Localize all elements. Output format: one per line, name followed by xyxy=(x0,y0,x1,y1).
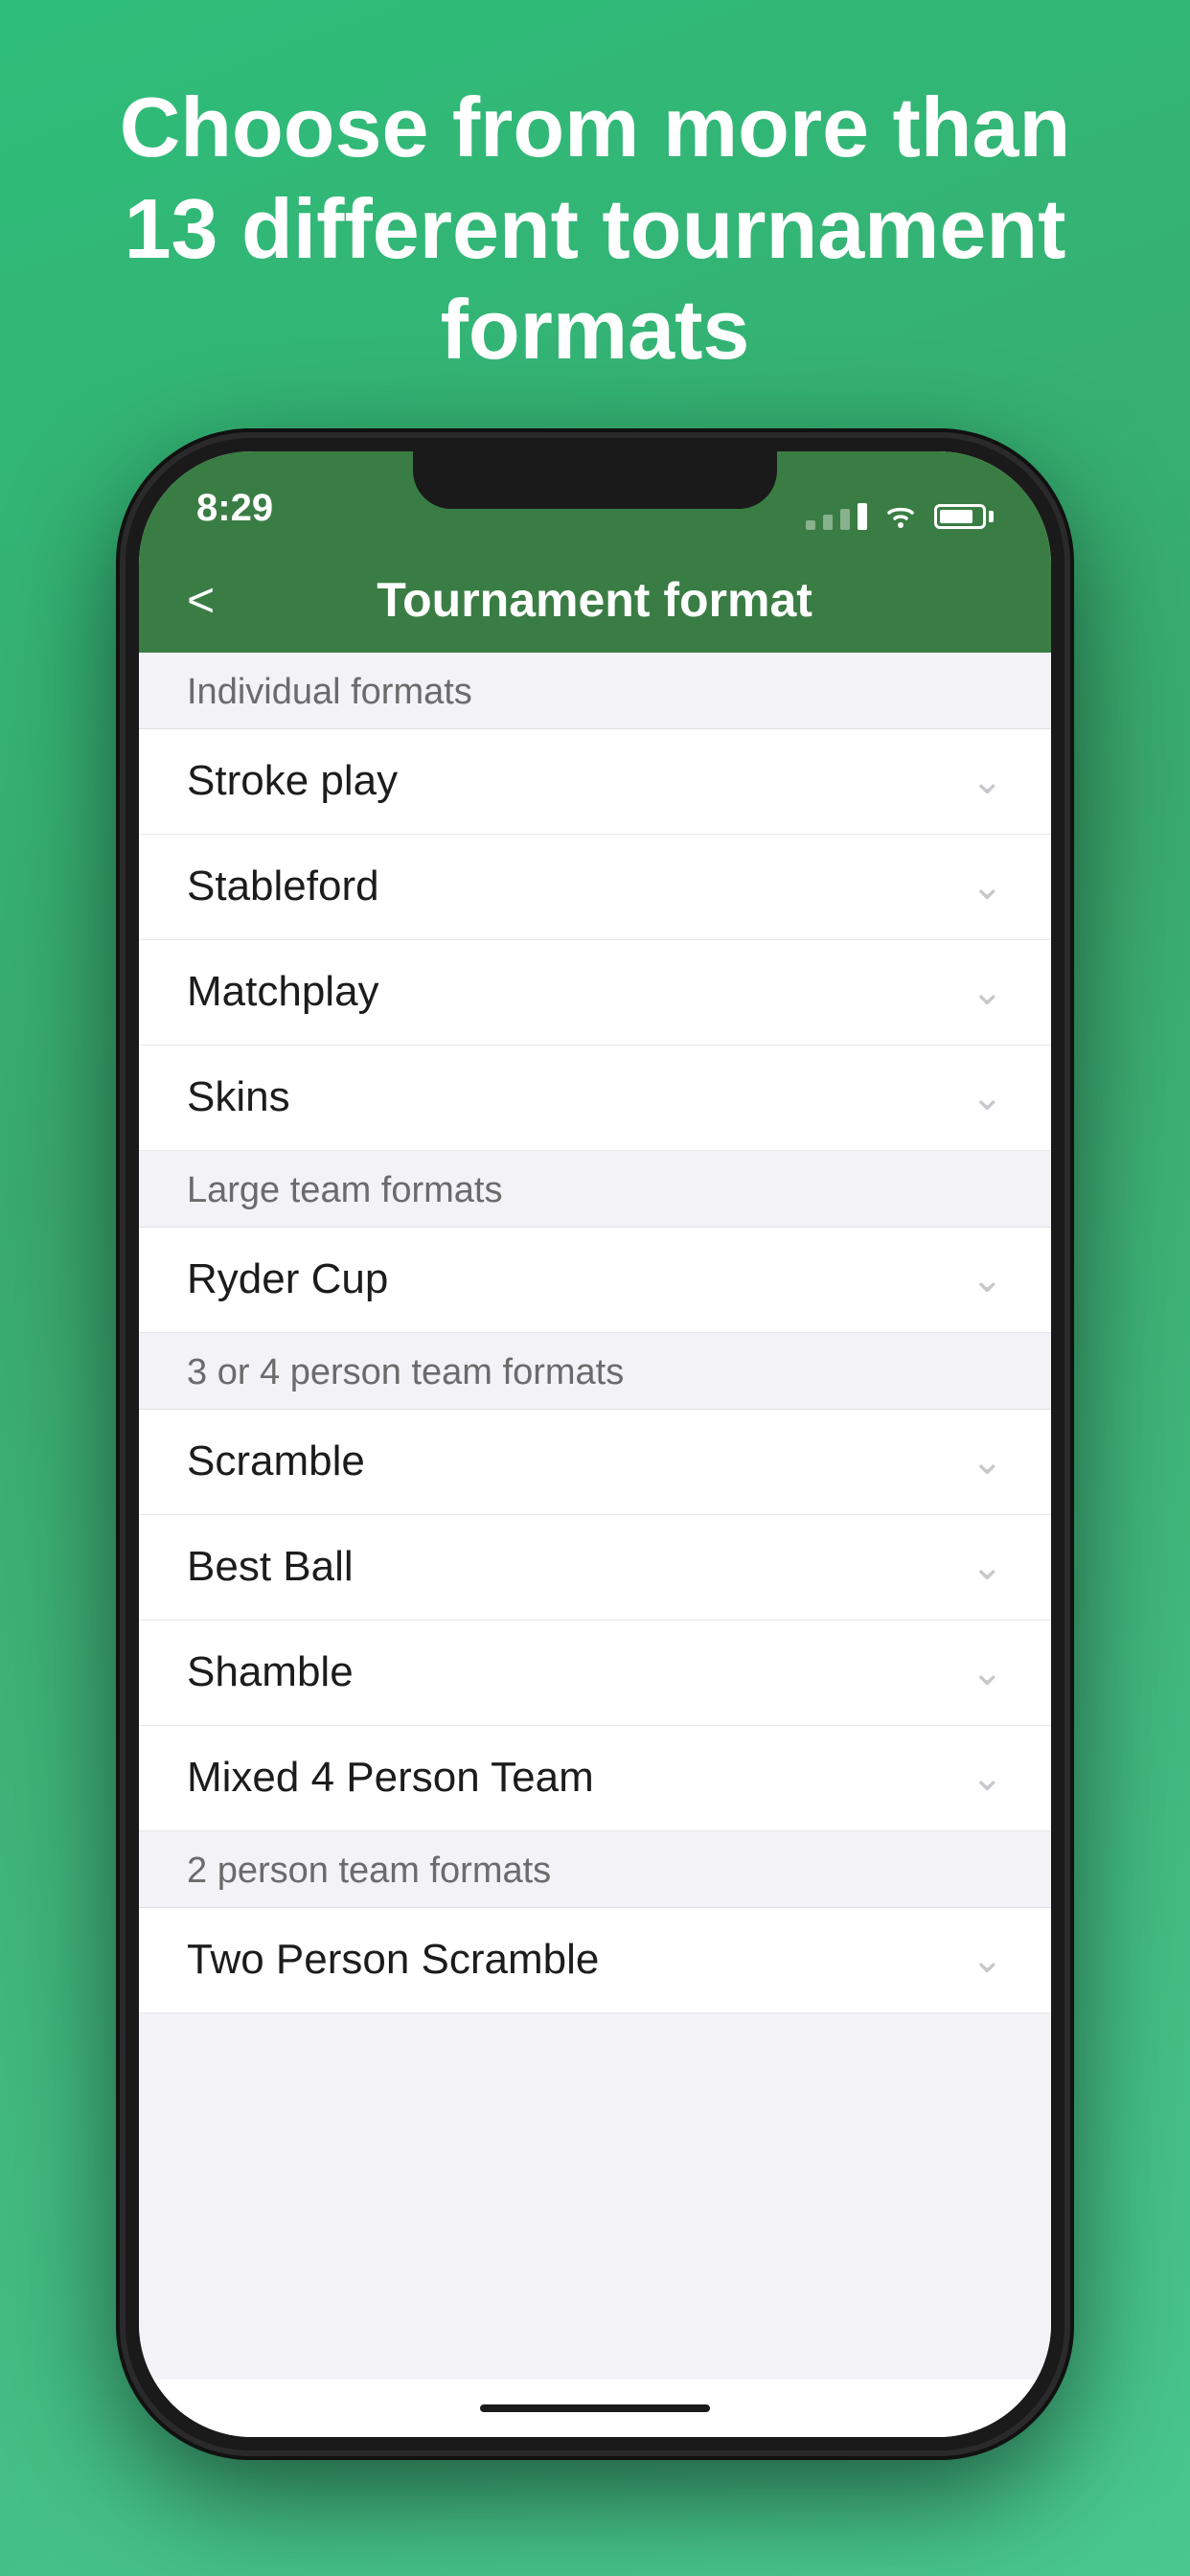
nav-title: Tournament format xyxy=(234,572,955,628)
nav-bar: < Tournament format xyxy=(139,547,1051,653)
status-bar: 8:29 xyxy=(139,451,1051,547)
battery-icon xyxy=(934,504,994,529)
back-button[interactable]: < xyxy=(187,572,215,628)
list-item-two-person-scramble-label: Two Person Scramble xyxy=(187,1936,599,1984)
phone-shell: 8:29 xyxy=(126,438,1064,2450)
section-individual-label: Individual formats xyxy=(187,672,472,712)
list-item-ryder-cup-label: Ryder Cup xyxy=(187,1255,388,1303)
chevron-shamble-icon: ⌄ xyxy=(971,1650,1003,1694)
wifi-icon xyxy=(882,503,919,530)
list-item-two-person-scramble[interactable]: Two Person Scramble ⌄ xyxy=(139,1908,1051,2013)
list-item-stableford[interactable]: Stableford ⌄ xyxy=(139,835,1051,940)
list-item-stableford-label: Stableford xyxy=(187,862,379,910)
list-item-shamble-label: Shamble xyxy=(187,1648,354,1696)
list-item-matchplay-label: Matchplay xyxy=(187,968,379,1016)
list-item-stroke-play-label: Stroke play xyxy=(187,757,398,805)
chevron-skins-icon: ⌄ xyxy=(971,1075,1003,1119)
content-area[interactable]: Individual formats Stroke play ⌄ Stablef… xyxy=(139,653,1051,2380)
phone-screen: 8:29 xyxy=(139,451,1051,2437)
home-bar xyxy=(480,2404,710,2412)
home-indicator xyxy=(139,2380,1051,2437)
chevron-best-ball-icon: ⌄ xyxy=(971,1545,1003,1589)
chevron-ryder-cup-icon: ⌄ xyxy=(971,1257,1003,1301)
section-2person-team: 2 person team formats xyxy=(139,1831,1051,1908)
list-item-stroke-play[interactable]: Stroke play ⌄ xyxy=(139,729,1051,835)
status-icons xyxy=(806,503,994,530)
section-large-team-label: Large team formats xyxy=(187,1170,502,1210)
section-3or4-team-label: 3 or 4 person team formats xyxy=(187,1352,624,1392)
chevron-two-person-scramble-icon: ⌄ xyxy=(971,1938,1003,1982)
chevron-stroke-play-icon: ⌄ xyxy=(971,759,1003,803)
chevron-matchplay-icon: ⌄ xyxy=(971,970,1003,1014)
signal-dots-icon xyxy=(806,503,867,530)
list-item-skins-label: Skins xyxy=(187,1073,290,1121)
notch xyxy=(413,451,777,509)
section-individual: Individual formats xyxy=(139,653,1051,729)
chevron-stableford-icon: ⌄ xyxy=(971,864,1003,908)
list-item-skins[interactable]: Skins ⌄ xyxy=(139,1046,1051,1151)
section-3or4-team: 3 or 4 person team formats xyxy=(139,1333,1051,1410)
list-item-scramble[interactable]: Scramble ⌄ xyxy=(139,1410,1051,1515)
hero-text: Choose from more than 13 different tourn… xyxy=(0,0,1190,438)
chevron-scramble-icon: ⌄ xyxy=(971,1439,1003,1484)
list-item-best-ball[interactable]: Best Ball ⌄ xyxy=(139,1515,1051,1621)
list-item-mixed-4-person-label: Mixed 4 Person Team xyxy=(187,1754,594,1802)
list-item-mixed-4-person[interactable]: Mixed 4 Person Team ⌄ xyxy=(139,1726,1051,1831)
chevron-mixed-4-person-icon: ⌄ xyxy=(971,1756,1003,1800)
list-item-ryder-cup[interactable]: Ryder Cup ⌄ xyxy=(139,1228,1051,1333)
section-2person-team-label: 2 person team formats xyxy=(187,1851,551,1891)
list-item-matchplay[interactable]: Matchplay ⌄ xyxy=(139,940,1051,1046)
status-time: 8:29 xyxy=(196,487,273,530)
phone-wrapper: 8:29 xyxy=(126,438,1064,2450)
list-item-shamble[interactable]: Shamble ⌄ xyxy=(139,1621,1051,1726)
list-item-best-ball-label: Best Ball xyxy=(187,1543,354,1591)
list-item-scramble-label: Scramble xyxy=(187,1438,365,1485)
section-large-team: Large team formats xyxy=(139,1151,1051,1228)
